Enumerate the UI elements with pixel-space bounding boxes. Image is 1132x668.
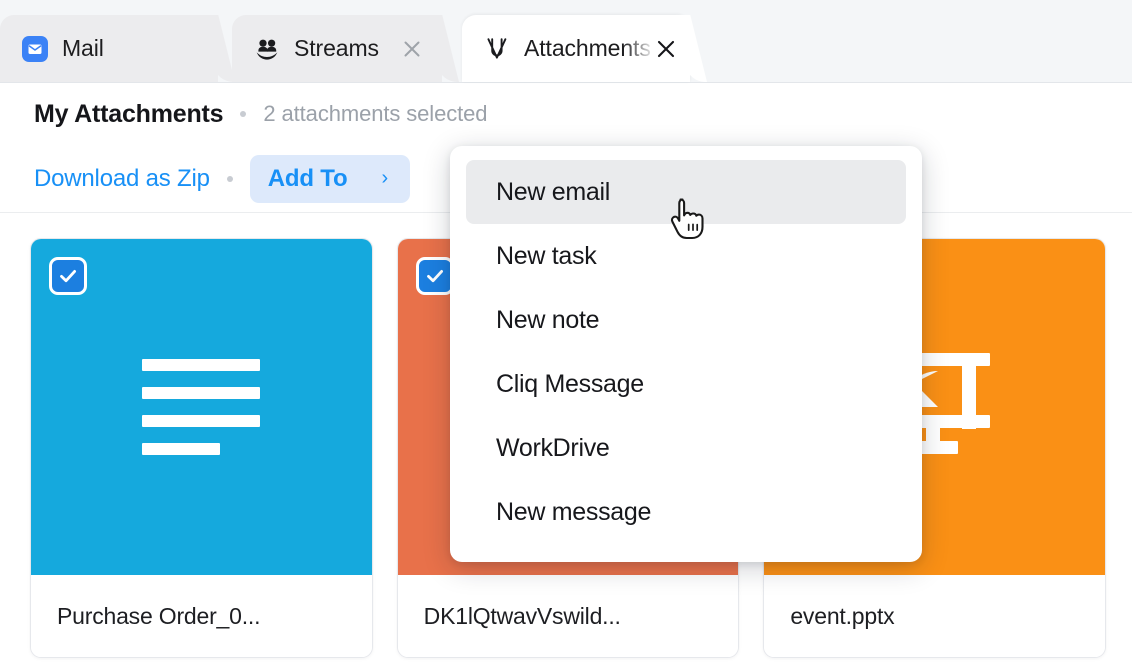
tab-streams-close-icon[interactable] (400, 37, 424, 61)
chevron-right-icon: › (381, 168, 388, 188)
add-to-dropdown-menu: New email New task New note Cliq Message… (450, 146, 922, 562)
tab-mail-label: Mail (62, 35, 104, 62)
attachment-checkbox[interactable] (49, 257, 87, 295)
attachment-filename: Purchase Order_0... (31, 575, 372, 657)
menu-item-new-note[interactable]: New note (466, 288, 906, 352)
attachment-thumbnail (31, 239, 372, 575)
add-to-button[interactable]: Add To › (250, 155, 410, 203)
tab-streams[interactable]: Streams (232, 15, 442, 82)
menu-item-new-email[interactable]: New email (466, 160, 906, 224)
tab-attachments-close-icon[interactable] (654, 37, 678, 61)
add-to-label: Add To (268, 165, 348, 193)
tab-strip: Mail Streams (0, 0, 1132, 83)
text-document-icon (142, 359, 260, 455)
menu-item-new-task[interactable]: New task (466, 224, 906, 288)
mail-envelope-icon (22, 36, 48, 62)
header-separator-dot (240, 111, 246, 117)
menu-item-workdrive[interactable]: WorkDrive (466, 416, 906, 480)
attachment-card[interactable]: Purchase Order_0... (30, 238, 373, 658)
attachments-clip-icon (484, 36, 510, 62)
download-as-zip-button[interactable]: Download as Zip (34, 165, 210, 193)
toolbar-separator-dot (227, 176, 233, 182)
attachment-filename: DK1lQtwavVswild... (398, 575, 739, 657)
tab-attachments[interactable]: Attachments (462, 15, 690, 82)
menu-item-new-message[interactable]: New message (466, 480, 906, 544)
selection-status: 2 attachments selected (263, 101, 487, 127)
streams-people-icon (254, 36, 280, 62)
attachments-window: Mail Streams (0, 0, 1132, 668)
tab-streams-label: Streams (294, 35, 379, 62)
page-header: My Attachments 2 attachments selected (0, 83, 1132, 145)
page-title: My Attachments (34, 100, 223, 129)
attachment-filename: event.pptx (764, 575, 1105, 657)
attachment-checkbox[interactable] (416, 257, 454, 295)
menu-item-cliq-message[interactable]: Cliq Message (466, 352, 906, 416)
tab-attachments-label: Attachments (524, 35, 651, 62)
tab-mail[interactable]: Mail (0, 15, 218, 82)
